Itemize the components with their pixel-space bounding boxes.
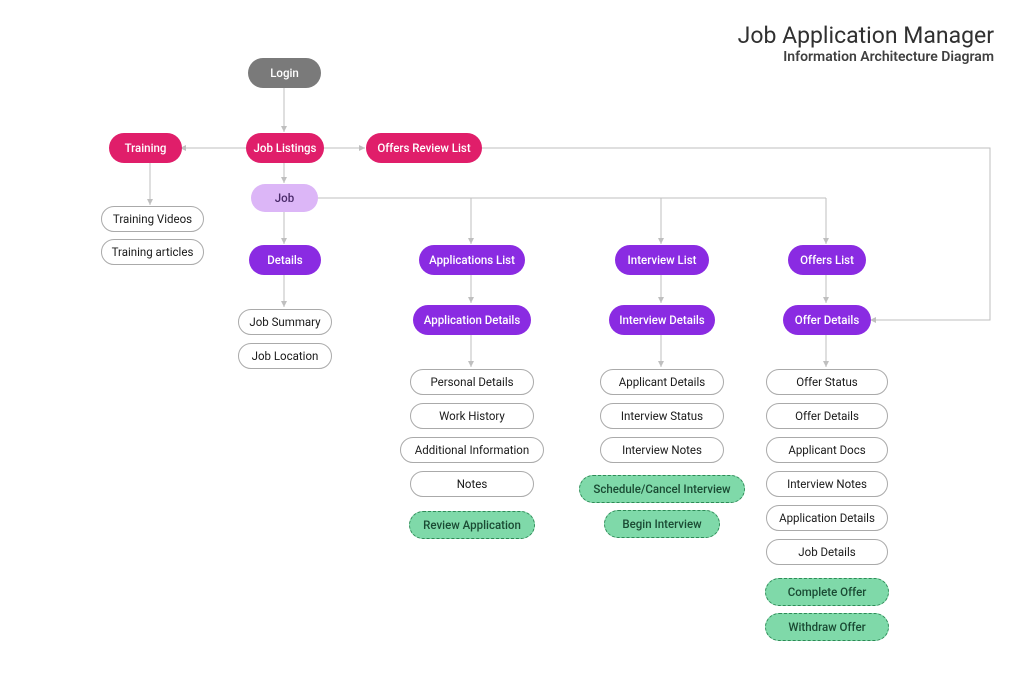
node-offer-details-hdr: Offer Details [783, 305, 871, 335]
page-subtitle: Information Architecture Diagram [738, 49, 994, 65]
node-interview-notes: Interview Notes [600, 437, 724, 463]
node-interview-notes-2: Interview Notes [766, 471, 888, 497]
node-additional-information: Additional Information [400, 437, 544, 463]
node-job-summary: Job Summary [238, 309, 332, 335]
node-notes: Notes [410, 471, 534, 497]
node-work-history: Work History [410, 403, 534, 429]
node-job-details: Job Details [766, 539, 888, 565]
diagram-canvas: Job Application Manager Information Arch… [0, 0, 1024, 685]
node-offer-details: Offer Details [766, 403, 888, 429]
node-begin-interview: Begin Interview [604, 510, 720, 538]
page-title: Job Application Manager [738, 22, 994, 49]
title-block: Job Application Manager Information Arch… [738, 22, 994, 65]
node-login: Login [248, 58, 321, 88]
node-complete-offer: Complete Offer [765, 578, 889, 606]
node-withdraw-offer: Withdraw Offer [765, 613, 889, 641]
node-schedule-cancel-interview: Schedule/Cancel Interview [579, 475, 745, 503]
node-training-videos: Training Videos [101, 206, 204, 232]
node-details: Details [249, 245, 321, 275]
node-offers-list: Offers List [788, 245, 866, 275]
node-review-application: Review Application [409, 511, 535, 539]
node-personal-details: Personal Details [410, 369, 534, 395]
node-job: Job [251, 184, 318, 212]
node-offer-status: Offer Status [766, 369, 888, 395]
node-job-location: Job Location [238, 343, 332, 369]
node-application-details-2: Application Details [766, 505, 888, 531]
node-training-articles: Training articles [101, 239, 204, 265]
node-interview-status: Interview Status [600, 403, 724, 429]
node-application-details: Application Details [413, 305, 531, 335]
node-applications-list: Applications List [419, 245, 525, 275]
node-job-listings: Job Listings [246, 133, 324, 163]
node-interview-details: Interview Details [609, 305, 715, 335]
node-training: Training [109, 133, 182, 163]
node-interview-list: Interview List [615, 245, 709, 275]
node-applicant-details: Applicant Details [600, 369, 724, 395]
node-applicant-docs: Applicant Docs [766, 437, 888, 463]
node-offers-review-list: Offers Review List [366, 133, 482, 163]
